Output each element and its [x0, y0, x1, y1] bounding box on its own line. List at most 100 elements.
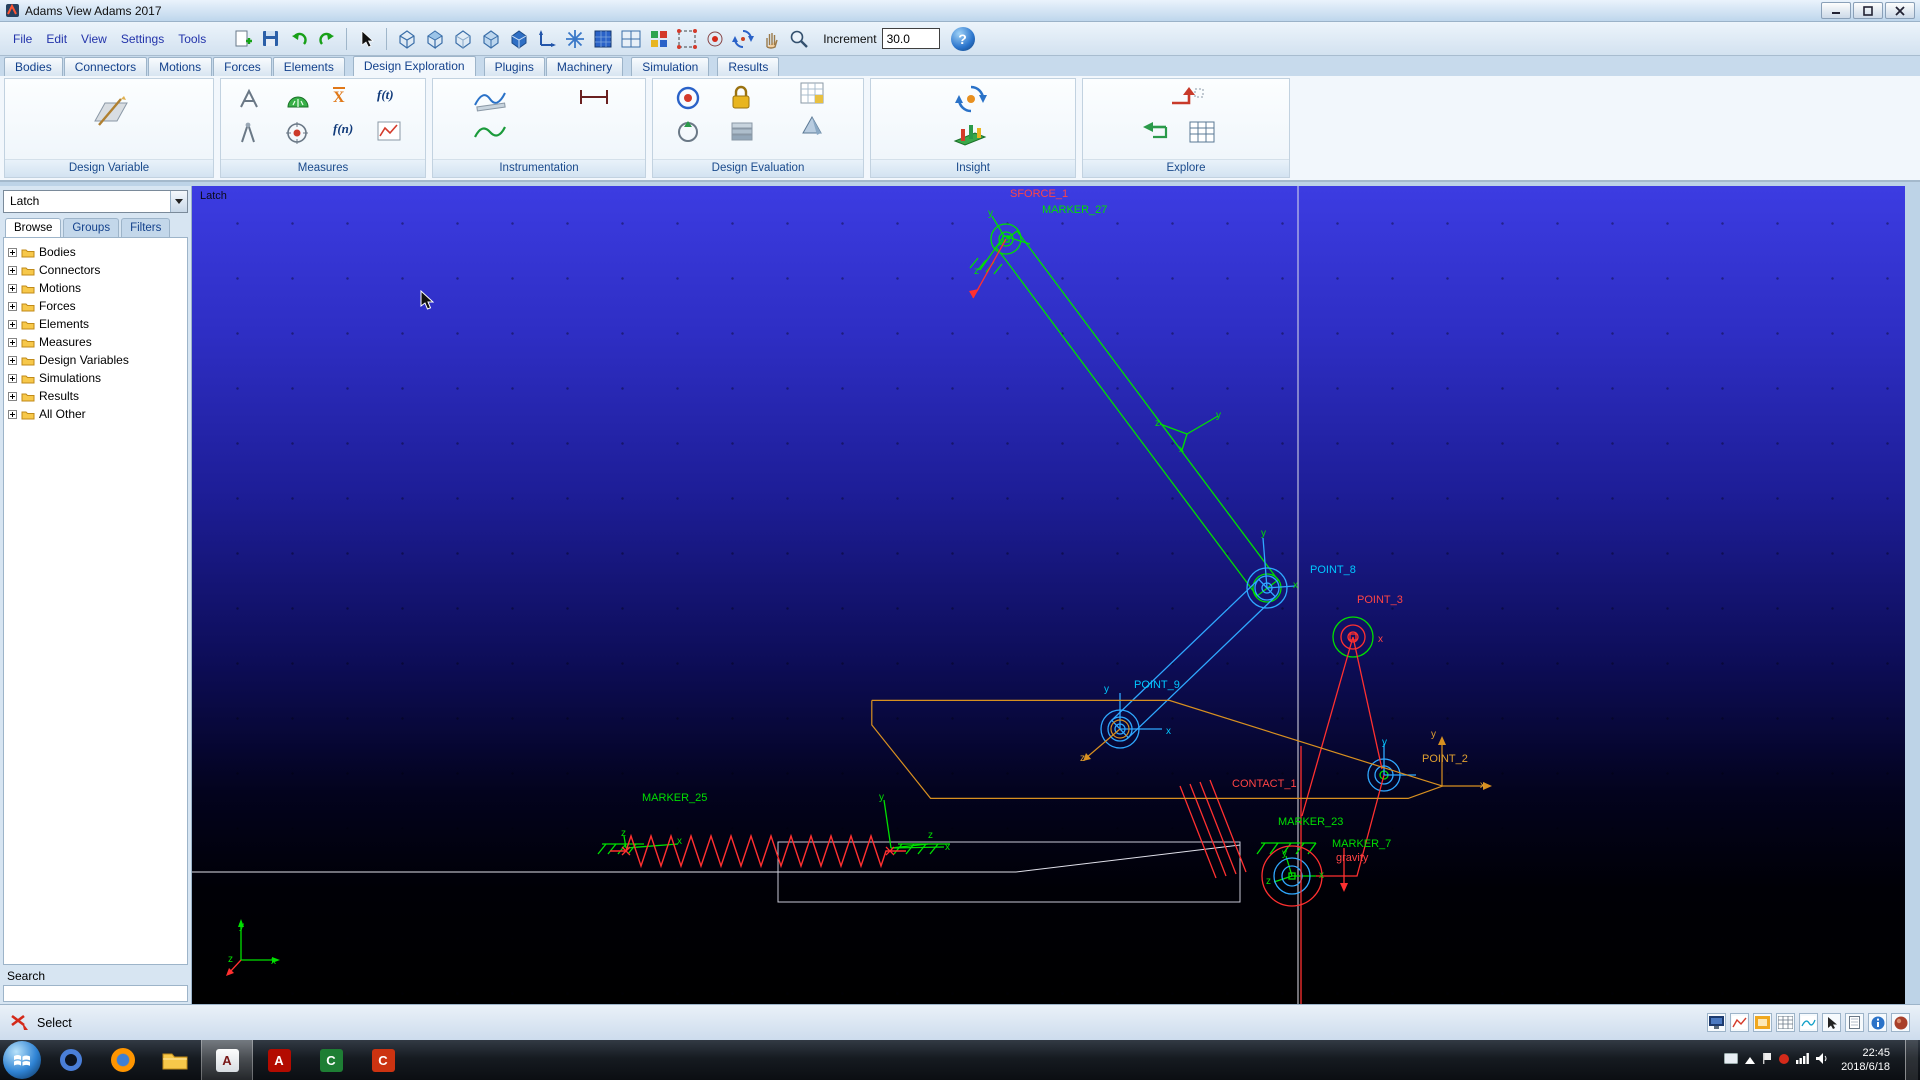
minimize-button[interactable]: [1821, 2, 1851, 19]
expand-plus-icon[interactable]: [8, 391, 17, 401]
tab-connectors[interactable]: Connectors: [63, 57, 148, 76]
status-curve-icon[interactable]: [1799, 1013, 1818, 1032]
function-measure-button[interactable]: f(t): [377, 87, 394, 103]
measure-mean-button[interactable]: X: [333, 87, 345, 106]
tray-window-icon[interactable]: [1724, 1051, 1739, 1069]
solid-render-button[interactable]: [505, 25, 532, 52]
tab-forces[interactable]: Forces: [213, 57, 272, 76]
center-marker-button[interactable]: [701, 25, 728, 52]
dimension-button[interactable]: [577, 87, 611, 107]
status-table-icon[interactable]: [1776, 1013, 1795, 1032]
shaded-view-button[interactable]: [477, 25, 504, 52]
tree-item-design-variables[interactable]: Design Variables: [8, 351, 187, 369]
menu-settings[interactable]: Settings: [114, 29, 171, 49]
doe-matrix-button[interactable]: [729, 119, 755, 143]
measure-chart-button[interactable]: [377, 121, 401, 141]
close-button[interactable]: [1885, 2, 1915, 19]
expand-plus-icon[interactable]: [8, 373, 17, 383]
expand-plus-icon[interactable]: [8, 337, 17, 347]
tree-item-simulations[interactable]: Simulations: [8, 369, 187, 387]
taskbar-app-firefox[interactable]: [97, 1040, 149, 1080]
iso-view-button[interactable]: [449, 25, 476, 52]
increment-input[interactable]: [881, 28, 940, 49]
model-dropdown[interactable]: Latch: [3, 190, 188, 213]
function-solver-button[interactable]: f(n): [333, 121, 353, 137]
create-strip-chart-button[interactable]: [473, 85, 507, 113]
measure-point-button[interactable]: [237, 121, 259, 145]
rotate-view-button[interactable]: [729, 25, 756, 52]
tab-results[interactable]: Results: [717, 57, 780, 76]
measure-distance-button[interactable]: [237, 87, 261, 111]
tree-item-connectors[interactable]: Connectors: [8, 261, 187, 279]
expand-plus-icon[interactable]: [8, 319, 17, 329]
color-grid-button[interactable]: [645, 25, 672, 52]
tree-item-elements[interactable]: Elements: [8, 315, 187, 333]
expand-plus-icon[interactable]: [8, 247, 17, 257]
tab-bodies[interactable]: Bodies: [4, 57, 63, 76]
menu-edit[interactable]: Edit: [39, 29, 74, 49]
working-grid-button[interactable]: [589, 25, 616, 52]
search-input[interactable]: [3, 985, 188, 1002]
new-model-button[interactable]: [229, 25, 256, 52]
tray-security-flag-icon[interactable]: [1762, 1051, 1772, 1069]
taskbar-app-green-c[interactable]: C: [305, 1040, 357, 1080]
design-constraint-button[interactable]: [729, 85, 753, 111]
maximize-button[interactable]: [1853, 2, 1883, 19]
expand-plus-icon[interactable]: [8, 355, 17, 365]
status-highlight-icon[interactable]: [1753, 1013, 1772, 1032]
zoom-button[interactable]: [785, 25, 812, 52]
tree-item-forces[interactable]: Forces: [8, 297, 187, 315]
taskbar-clock[interactable]: 22:45 2018/6/18: [1841, 1046, 1890, 1075]
expand-plus-icon[interactable]: [8, 301, 17, 311]
menu-file[interactable]: File: [6, 29, 39, 49]
show-desktop-button[interactable]: [1905, 1040, 1918, 1080]
save-button[interactable]: [257, 25, 284, 52]
taskbar-app-pdf-reader[interactable]: A: [253, 1040, 305, 1080]
taskbar-app-adams-view[interactable]: A: [201, 1040, 253, 1080]
design-objective-button[interactable]: [675, 85, 701, 111]
status-page-icon[interactable]: [1845, 1013, 1864, 1032]
tree-item-all-other[interactable]: All Other: [8, 405, 187, 423]
simulation-script-button[interactable]: [799, 81, 825, 105]
design-study-button[interactable]: [675, 119, 701, 145]
status-material-icon[interactable]: [1891, 1013, 1910, 1032]
create-design-variable-button[interactable]: [91, 95, 131, 129]
status-pointer-icon[interactable]: [1822, 1013, 1841, 1032]
expand-plus-icon[interactable]: [8, 409, 17, 419]
top-view-button[interactable]: [421, 25, 448, 52]
view-layout-button[interactable]: [617, 25, 644, 52]
tab-plugins[interactable]: Plugins: [483, 57, 545, 76]
measure-display-button[interactable]: [473, 121, 507, 143]
status-info-icon[interactable]: [1868, 1013, 1887, 1032]
tree-item-motions[interactable]: Motions: [8, 279, 187, 297]
start-button[interactable]: [3, 1041, 41, 1079]
undo-button[interactable]: [285, 25, 312, 52]
redo-button[interactable]: [313, 25, 340, 52]
pan-hand-button[interactable]: [757, 25, 784, 52]
tab-filters[interactable]: Filters: [121, 218, 171, 237]
insight-results-button[interactable]: [953, 121, 987, 147]
insight-run-button[interactable]: [955, 83, 987, 115]
tab-groups[interactable]: Groups: [63, 218, 120, 237]
explore-import-button[interactable]: [1139, 121, 1169, 143]
tab-browse[interactable]: Browse: [5, 218, 62, 237]
status-display-icon[interactable]: [1707, 1013, 1726, 1032]
tree-item-measures[interactable]: Measures: [8, 333, 187, 351]
menu-view[interactable]: View: [74, 29, 114, 49]
tab-motions[interactable]: Motions: [148, 57, 213, 76]
expand-plus-icon[interactable]: [8, 283, 17, 293]
measure-angle-button[interactable]: [285, 87, 311, 111]
taskbar-app-red-c[interactable]: C: [357, 1040, 409, 1080]
help-button[interactable]: ?: [950, 26, 975, 51]
tab-simulation[interactable]: Simulation: [631, 57, 710, 76]
tree-item-results[interactable]: Results: [8, 387, 187, 405]
measure-center-button[interactable]: [285, 121, 309, 145]
menu-tools[interactable]: Tools: [171, 29, 213, 49]
tab-machinery[interactable]: Machinery: [545, 57, 624, 76]
status-plot-icon[interactable]: [1730, 1013, 1749, 1032]
tray-alert-icon[interactable]: [1779, 1051, 1790, 1069]
tray-network-icon[interactable]: [1796, 1051, 1809, 1069]
viewport-3d[interactable]: Latch SFORCE_1 MARKER_27 POINT_8 POINT_3…: [192, 186, 1905, 1004]
expand-plus-icon[interactable]: [8, 265, 17, 275]
taskbar-app-explorer[interactable]: [149, 1040, 201, 1080]
